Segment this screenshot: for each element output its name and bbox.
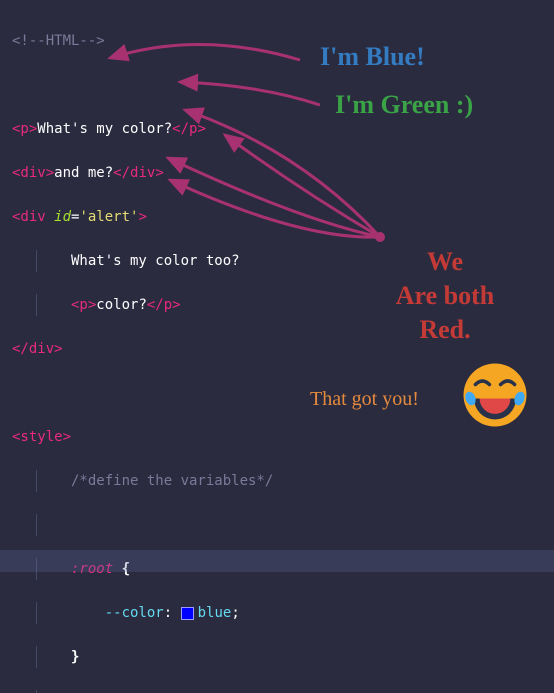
code-illustration: <!--HTML--> <p>What's my color?</p> <div… [0,0,554,693]
annotation-red: We Are both Red. [370,245,520,346]
active-line-highlight [0,550,554,572]
annotation-gotcha: That got you! [310,388,419,411]
annotation-green: I'm Green :) [335,90,473,120]
annotation-blue: I'm Blue! [320,42,425,72]
blue-swatch-icon [181,607,194,620]
html-comment: <!--HTML--> [12,33,105,49]
laughing-emoji-icon [460,360,530,430]
